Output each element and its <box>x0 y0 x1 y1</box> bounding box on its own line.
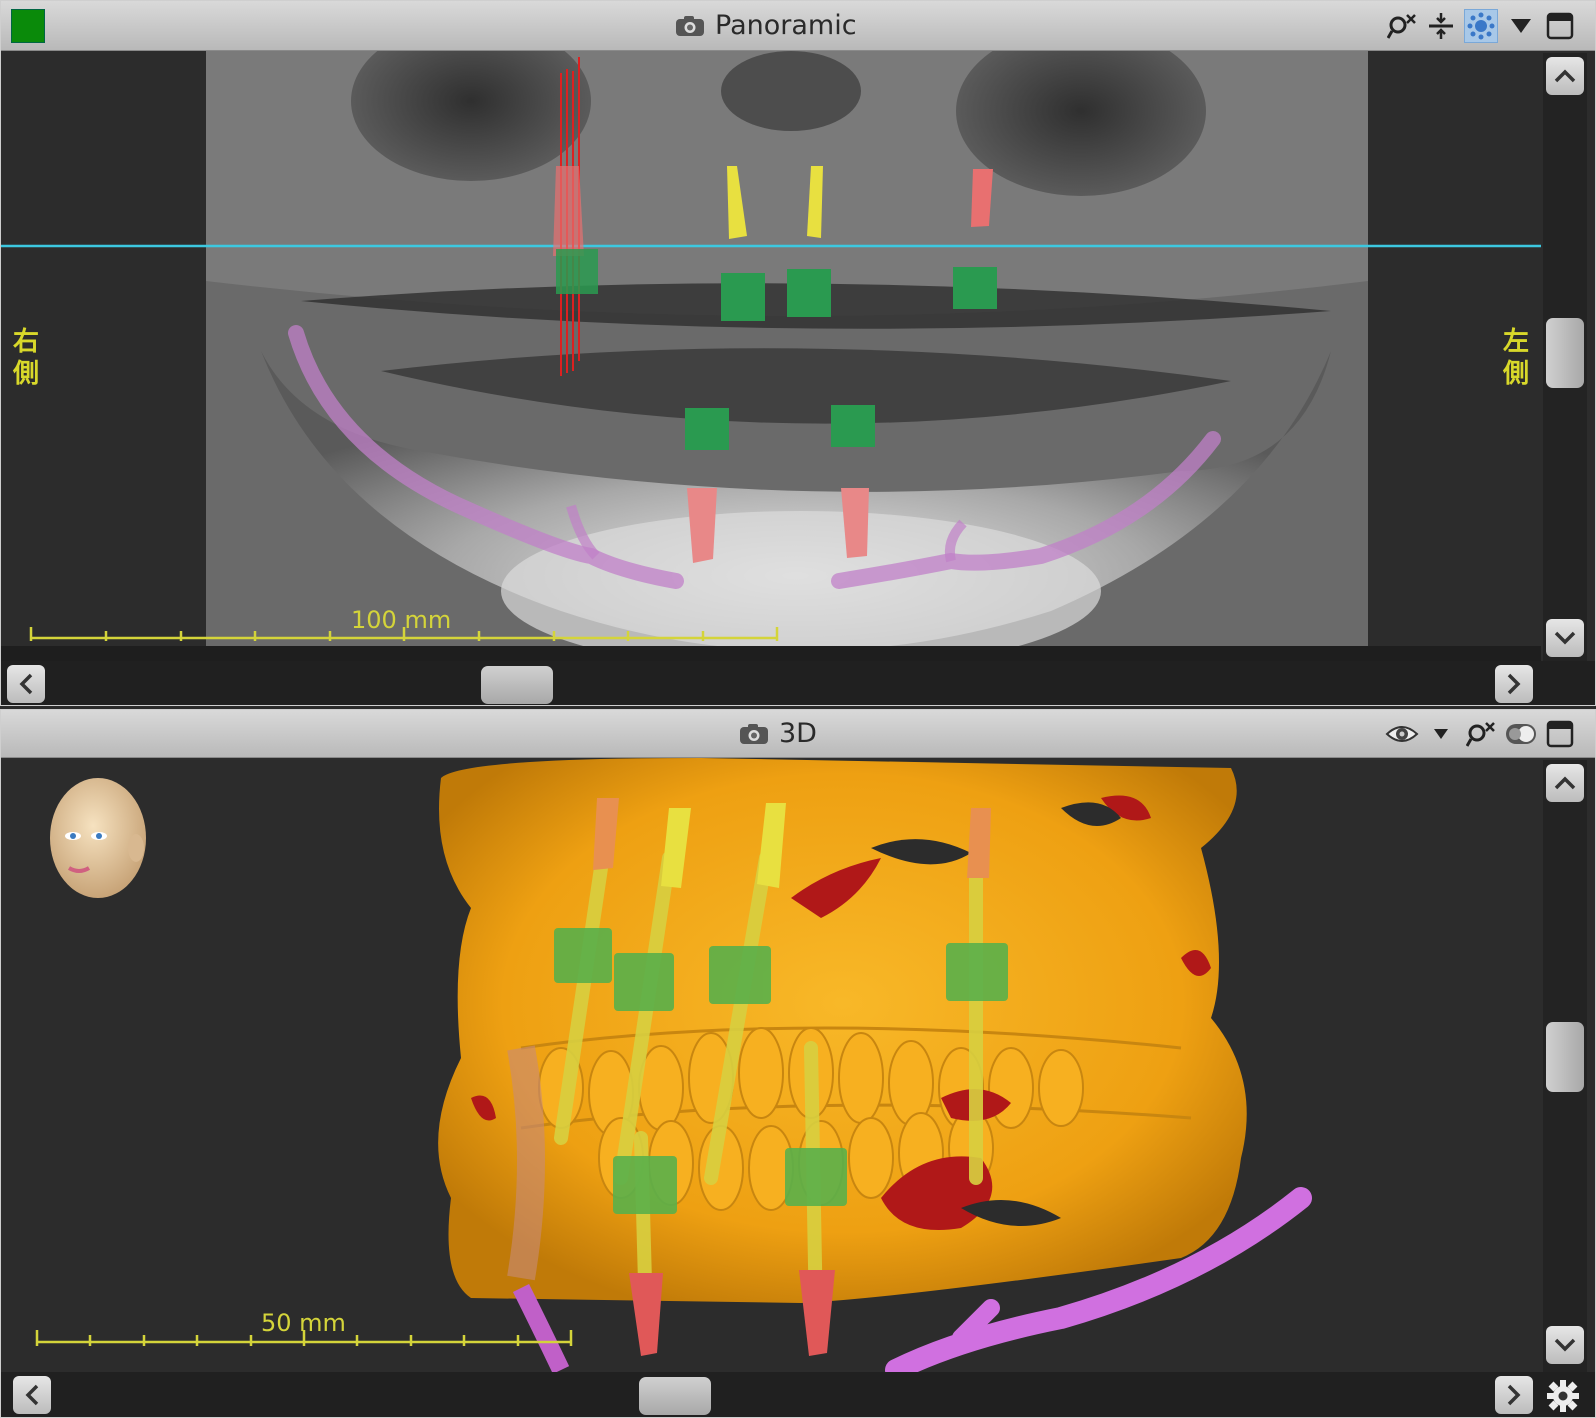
3d-panel: 3D 50 mm <box>0 709 1596 1418</box>
panoramic-title-wrap: Panoramic <box>675 1 857 51</box>
panoramic-panel: Panoramic 100 mm 右側 左側 <box>0 0 1596 706</box>
3d-horizontal-scrollbar[interactable] <box>1 1372 1595 1417</box>
sleeve-3d-2 <box>614 953 674 1011</box>
toggle-icon[interactable] <box>1504 717 1538 751</box>
side-right-label: 右側 <box>12 327 39 389</box>
dropdown-icon[interactable] <box>1424 717 1458 751</box>
head-orientation-icon <box>50 778 146 898</box>
green-status-square[interactable] <box>11 9 45 43</box>
3d-render-view[interactable] <box>1 758 1541 1372</box>
reset-view-icon[interactable] <box>1464 717 1498 751</box>
sleeve-upper-1 <box>556 249 598 294</box>
scroll-left-button[interactable] <box>7 665 45 703</box>
panoramic-xray-view[interactable] <box>1 51 1541 661</box>
settings-gear-icon[interactable] <box>1543 1376 1583 1416</box>
panoramic-titlebar: Panoramic <box>1 1 1595 51</box>
scroll-right-button[interactable] <box>1495 665 1533 703</box>
sleeve-upper-2 <box>721 273 765 321</box>
sleeve-3d-6 <box>785 1148 847 1206</box>
maximize-icon[interactable] <box>1543 9 1577 43</box>
sleeve-upper-4 <box>953 267 997 309</box>
sleeve-lower-2 <box>831 405 875 447</box>
dropdown-icon[interactable] <box>1504 9 1538 43</box>
vertical-scroll-thumb[interactable] <box>1546 1022 1584 1092</box>
vertical-scroll-thumb[interactable] <box>1546 318 1584 388</box>
split-icon[interactable] <box>1424 9 1458 43</box>
eye-icon[interactable] <box>1385 717 1419 751</box>
side-left-label: 左側 <box>1502 327 1529 389</box>
sleeve-3d-1 <box>554 928 612 983</box>
3d-titlebar: 3D <box>1 710 1595 758</box>
3d-title: 3D <box>779 718 817 749</box>
scroll-down-button[interactable] <box>1546 1326 1584 1364</box>
scroll-up-button[interactable] <box>1546 57 1584 95</box>
sleeve-3d-3 <box>709 946 771 1004</box>
scroll-right-button[interactable] <box>1495 1376 1533 1414</box>
sleeve-upper-3 <box>787 269 831 317</box>
panoramic-scale-label: 100 mm <box>351 606 452 634</box>
scroll-down-button[interactable] <box>1546 619 1584 657</box>
render-settings-icon[interactable] <box>1464 9 1498 43</box>
horizontal-scroll-thumb[interactable] <box>639 1377 711 1415</box>
panoramic-horizontal-scrollbar[interactable] <box>1 661 1595 705</box>
panoramic-title: Panoramic <box>715 10 857 41</box>
panoramic-vertical-scrollbar[interactable] <box>1543 53 1587 663</box>
3d-scale-label: 50 mm <box>261 1309 346 1337</box>
sleeve-3d-4 <box>946 943 1008 1001</box>
sleeve-lower-1 <box>685 408 729 450</box>
horizontal-scroll-thumb[interactable] <box>481 666 553 704</box>
camera-icon[interactable] <box>739 723 769 745</box>
sleeve-3d-5 <box>613 1156 677 1214</box>
camera-icon[interactable] <box>675 15 705 37</box>
scroll-up-button[interactable] <box>1546 764 1584 802</box>
maximize-icon[interactable] <box>1543 717 1577 751</box>
reset-view-icon[interactable] <box>1385 9 1419 43</box>
scroll-left-button[interactable] <box>13 1376 51 1414</box>
3d-title-wrap: 3D <box>739 710 817 758</box>
3d-vertical-scrollbar[interactable] <box>1543 760 1587 1372</box>
implant-upper-1 <box>553 166 584 256</box>
